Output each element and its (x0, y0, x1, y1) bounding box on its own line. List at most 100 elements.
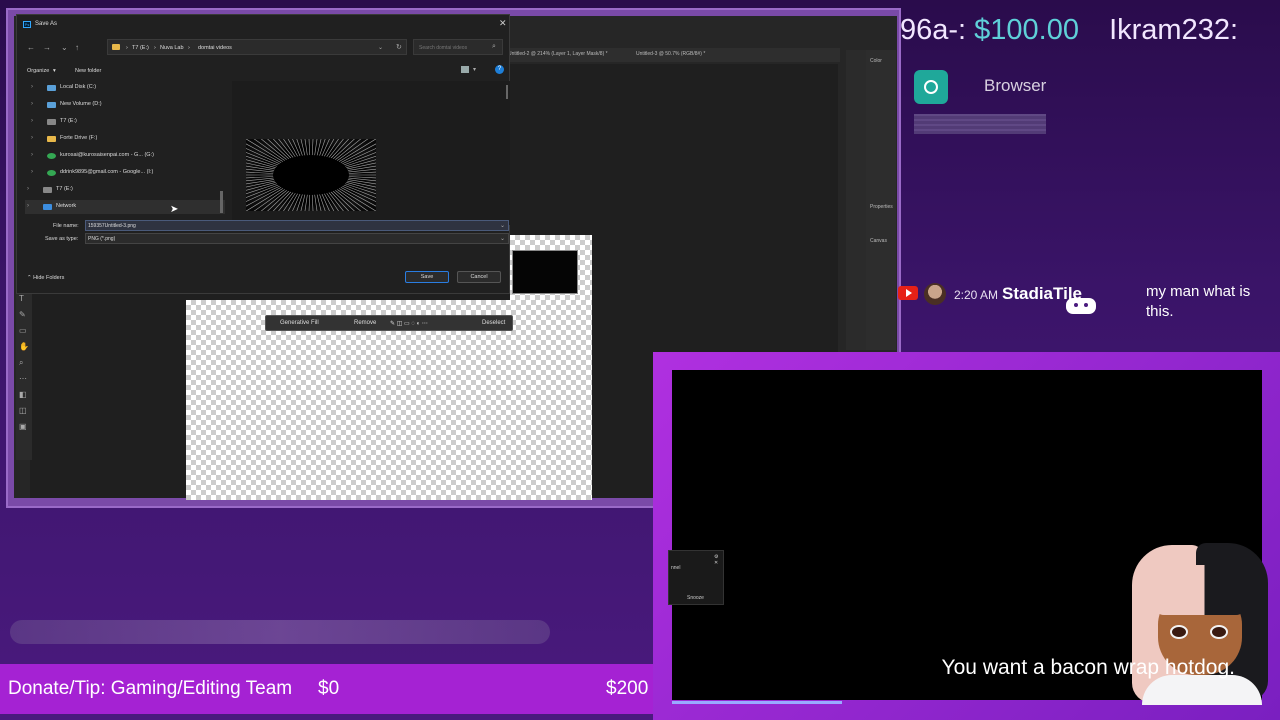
breadcrumb-drive[interactable]: T7 (E:) (132, 45, 149, 51)
tree-item-local-disk-c[interactable]: › Local Disk (C:) (25, 81, 225, 95)
chevron-right-icon[interactable]: › (31, 169, 33, 175)
tree-item-label: kurosai@kurosaisenpai.com - G... (G:) (60, 152, 154, 158)
chevron-right-icon[interactable]: › (31, 101, 33, 107)
tree-item-t7-e-usb[interactable]: › T7 (E:) (25, 183, 225, 197)
cancel-button[interactable]: Cancel (457, 271, 501, 283)
view-options-icon[interactable] (461, 66, 469, 73)
hide-folders-label: Hide Folders (33, 275, 65, 281)
donor-name: 96a-: (900, 14, 967, 46)
file-thumbnail[interactable] (246, 139, 376, 211)
donor-amount: $100.00 (974, 14, 1079, 46)
recent-chevron-icon[interactable]: ⌄ (61, 43, 68, 52)
breadcrumb-current[interactable]: domtai videos (198, 45, 232, 51)
tree-item-forte-drive-f[interactable]: › Forte Drive (F:) (25, 132, 225, 146)
breadcrumb-folder[interactable]: Nuva Lab (160, 45, 184, 51)
zoom-tool-icon[interactable]: ⌕ (19, 358, 23, 368)
search-placeholder: Search domtai videos (419, 45, 468, 51)
tree-item-network[interactable]: › Network (25, 200, 225, 214)
contextual-taskbar: Generative Fill Remove ✎ ◫ ▭ ◌ ◐ ⋯ Desel… (265, 315, 513, 331)
speed-line (335, 184, 376, 207)
color-panel-label[interactable]: Color (870, 58, 882, 64)
subtitle-caption: You want a bacon wrap hotdog. (941, 656, 1235, 679)
properties-panel-label[interactable]: Properties (870, 204, 893, 210)
network-icon (43, 204, 52, 210)
tree-item-label: New Volume (D:) (60, 101, 102, 107)
chevron-down-icon[interactable]: ⌄ (378, 44, 383, 51)
tree-item-google-drive-g[interactable]: › kurosai@kurosaisenpai.com - G... (G:) (25, 149, 225, 163)
donation-goal-amount: $200 (606, 678, 649, 699)
forward-arrow-icon[interactable]: → (43, 43, 51, 52)
tree-item-t7-e[interactable]: › T7 (E:) (25, 115, 225, 129)
popup-title: nnel (671, 565, 681, 571)
close-icon[interactable]: ✕ (499, 18, 507, 29)
tree-item-google-drive-i[interactable]: › ddrink9895@gmail.com - Google... (I:) (25, 166, 225, 180)
chevron-down-icon[interactable]: ⌄ (500, 222, 505, 229)
search-input[interactable]: Search domtai videos ⌕ (413, 39, 503, 55)
chevron-right-icon: › (126, 45, 128, 51)
back-arrow-icon[interactable]: ← (27, 43, 35, 52)
save-type-row: Save as type: PNG (*.png) ⌄ (17, 233, 511, 245)
right-panels: Color Properties Canvas (866, 50, 896, 350)
chevron-right-icon[interactable]: › (31, 118, 33, 124)
drive-icon (47, 102, 56, 108)
close-icon[interactable]: ⚙ ✕ (714, 554, 723, 566)
mouse-cursor-icon: ➤ (170, 204, 179, 215)
hide-folders-toggle[interactable]: ⌃ Hide Folders (27, 275, 64, 281)
chevron-down-icon[interactable]: ⌄ (500, 235, 505, 242)
save-type-value: PNG (*.png) (88, 236, 116, 242)
tree-item-label: Network (56, 203, 77, 209)
shape-tool-icon[interactable]: ▭ (19, 326, 27, 335)
file-name-field[interactable]: 159357Untitled-3.png ⌄ (85, 220, 509, 231)
folder-icon (47, 136, 56, 142)
folder-icon (112, 44, 120, 50)
address-bar[interactable]: › T7 (E:) › Nuva Lab › domtai videos ⌄ ↻ (107, 39, 407, 55)
save-type-select[interactable]: PNG (*.png) ⌄ (85, 233, 509, 244)
browser-icon (914, 70, 948, 104)
save-button[interactable]: Save (405, 271, 449, 283)
screen-mode-icon[interactable]: ▣ (19, 422, 27, 431)
color-swatch-icon[interactable]: ◧ (19, 390, 27, 399)
chevron-right-icon[interactable]: › (31, 84, 33, 90)
save-as-dialog: Ps Save As ✕ ← → ⌄ ↑ › T7 (E:) › Nuva La… (16, 14, 510, 294)
speed-line (246, 184, 287, 207)
chevron-right-icon: › (154, 45, 156, 51)
remove-button[interactable]: Remove (354, 320, 376, 326)
pen-tool-icon[interactable]: ✎ (19, 310, 26, 319)
snooze-button[interactable]: Snooze (687, 595, 704, 601)
chevron-right-icon[interactable]: › (31, 152, 33, 158)
deselect-button[interactable]: Deselect (482, 320, 505, 326)
more-tools-icon[interactable]: ⋯ (19, 374, 27, 383)
donation-ticker: 96a-: $100.00 Ikram232: (900, 14, 1280, 60)
chevron-right-icon[interactable]: › (27, 186, 29, 192)
chat-message: 2:20 AM StadiaTile my man what is this. (898, 282, 1278, 322)
up-arrow-icon[interactable]: ↑ (75, 43, 79, 52)
refresh-icon[interactable]: ↻ (396, 43, 402, 51)
file-list-scrollbar[interactable] (506, 85, 508, 99)
hand-tool-icon[interactable]: ✋ (19, 342, 29, 351)
chat-text: my man what is this. (1146, 283, 1251, 320)
chat-timestamp: 2:20 AM (954, 288, 999, 302)
tab-untitled-3[interactable]: Untitled-3 @ 50.7% (RGB/8#) * (636, 51, 705, 57)
donation-goal-label: Donate/Tip: Gaming/Editing Team (8, 678, 293, 699)
selected-layer-content[interactable] (512, 250, 578, 294)
chevron-right-icon[interactable]: › (31, 135, 33, 141)
chevron-down-icon[interactable]: ▾ (53, 68, 56, 74)
organize-menu[interactable]: Organize (27, 68, 49, 74)
new-folder-button[interactable]: New folder (75, 68, 101, 74)
document-tabs: Untitled-2 @ 214% (Layer 1, Layer Mask/8… (500, 48, 840, 62)
tree-scrollbar[interactable] (220, 191, 223, 213)
discord-icon (1066, 298, 1096, 314)
help-icon[interactable]: ? (495, 65, 504, 74)
chevron-right-icon[interactable]: › (27, 203, 29, 209)
search-icon: ⌕ (492, 43, 496, 50)
type-tool-icon[interactable]: T (19, 294, 24, 303)
screen-accent-line (672, 701, 842, 704)
mini-notification-popup: ⚙ ✕ nnel Snooze (668, 550, 724, 605)
generative-fill-button[interactable]: Generative Fill (280, 320, 319, 326)
tool-icons[interactable]: ✎ ◫ ▭ ◌ ◐ ⋯ (390, 320, 428, 327)
chevron-down-icon[interactable]: ▾ (473, 66, 476, 73)
quick-mask-icon[interactable]: ◫ (19, 406, 27, 415)
speed-line (246, 143, 287, 166)
tab-untitled-2[interactable]: Untitled-2 @ 214% (Layer 1, Layer Mask/8… (508, 51, 608, 57)
tree-item-new-volume-d[interactable]: › New Volume (D:) (25, 98, 225, 112)
